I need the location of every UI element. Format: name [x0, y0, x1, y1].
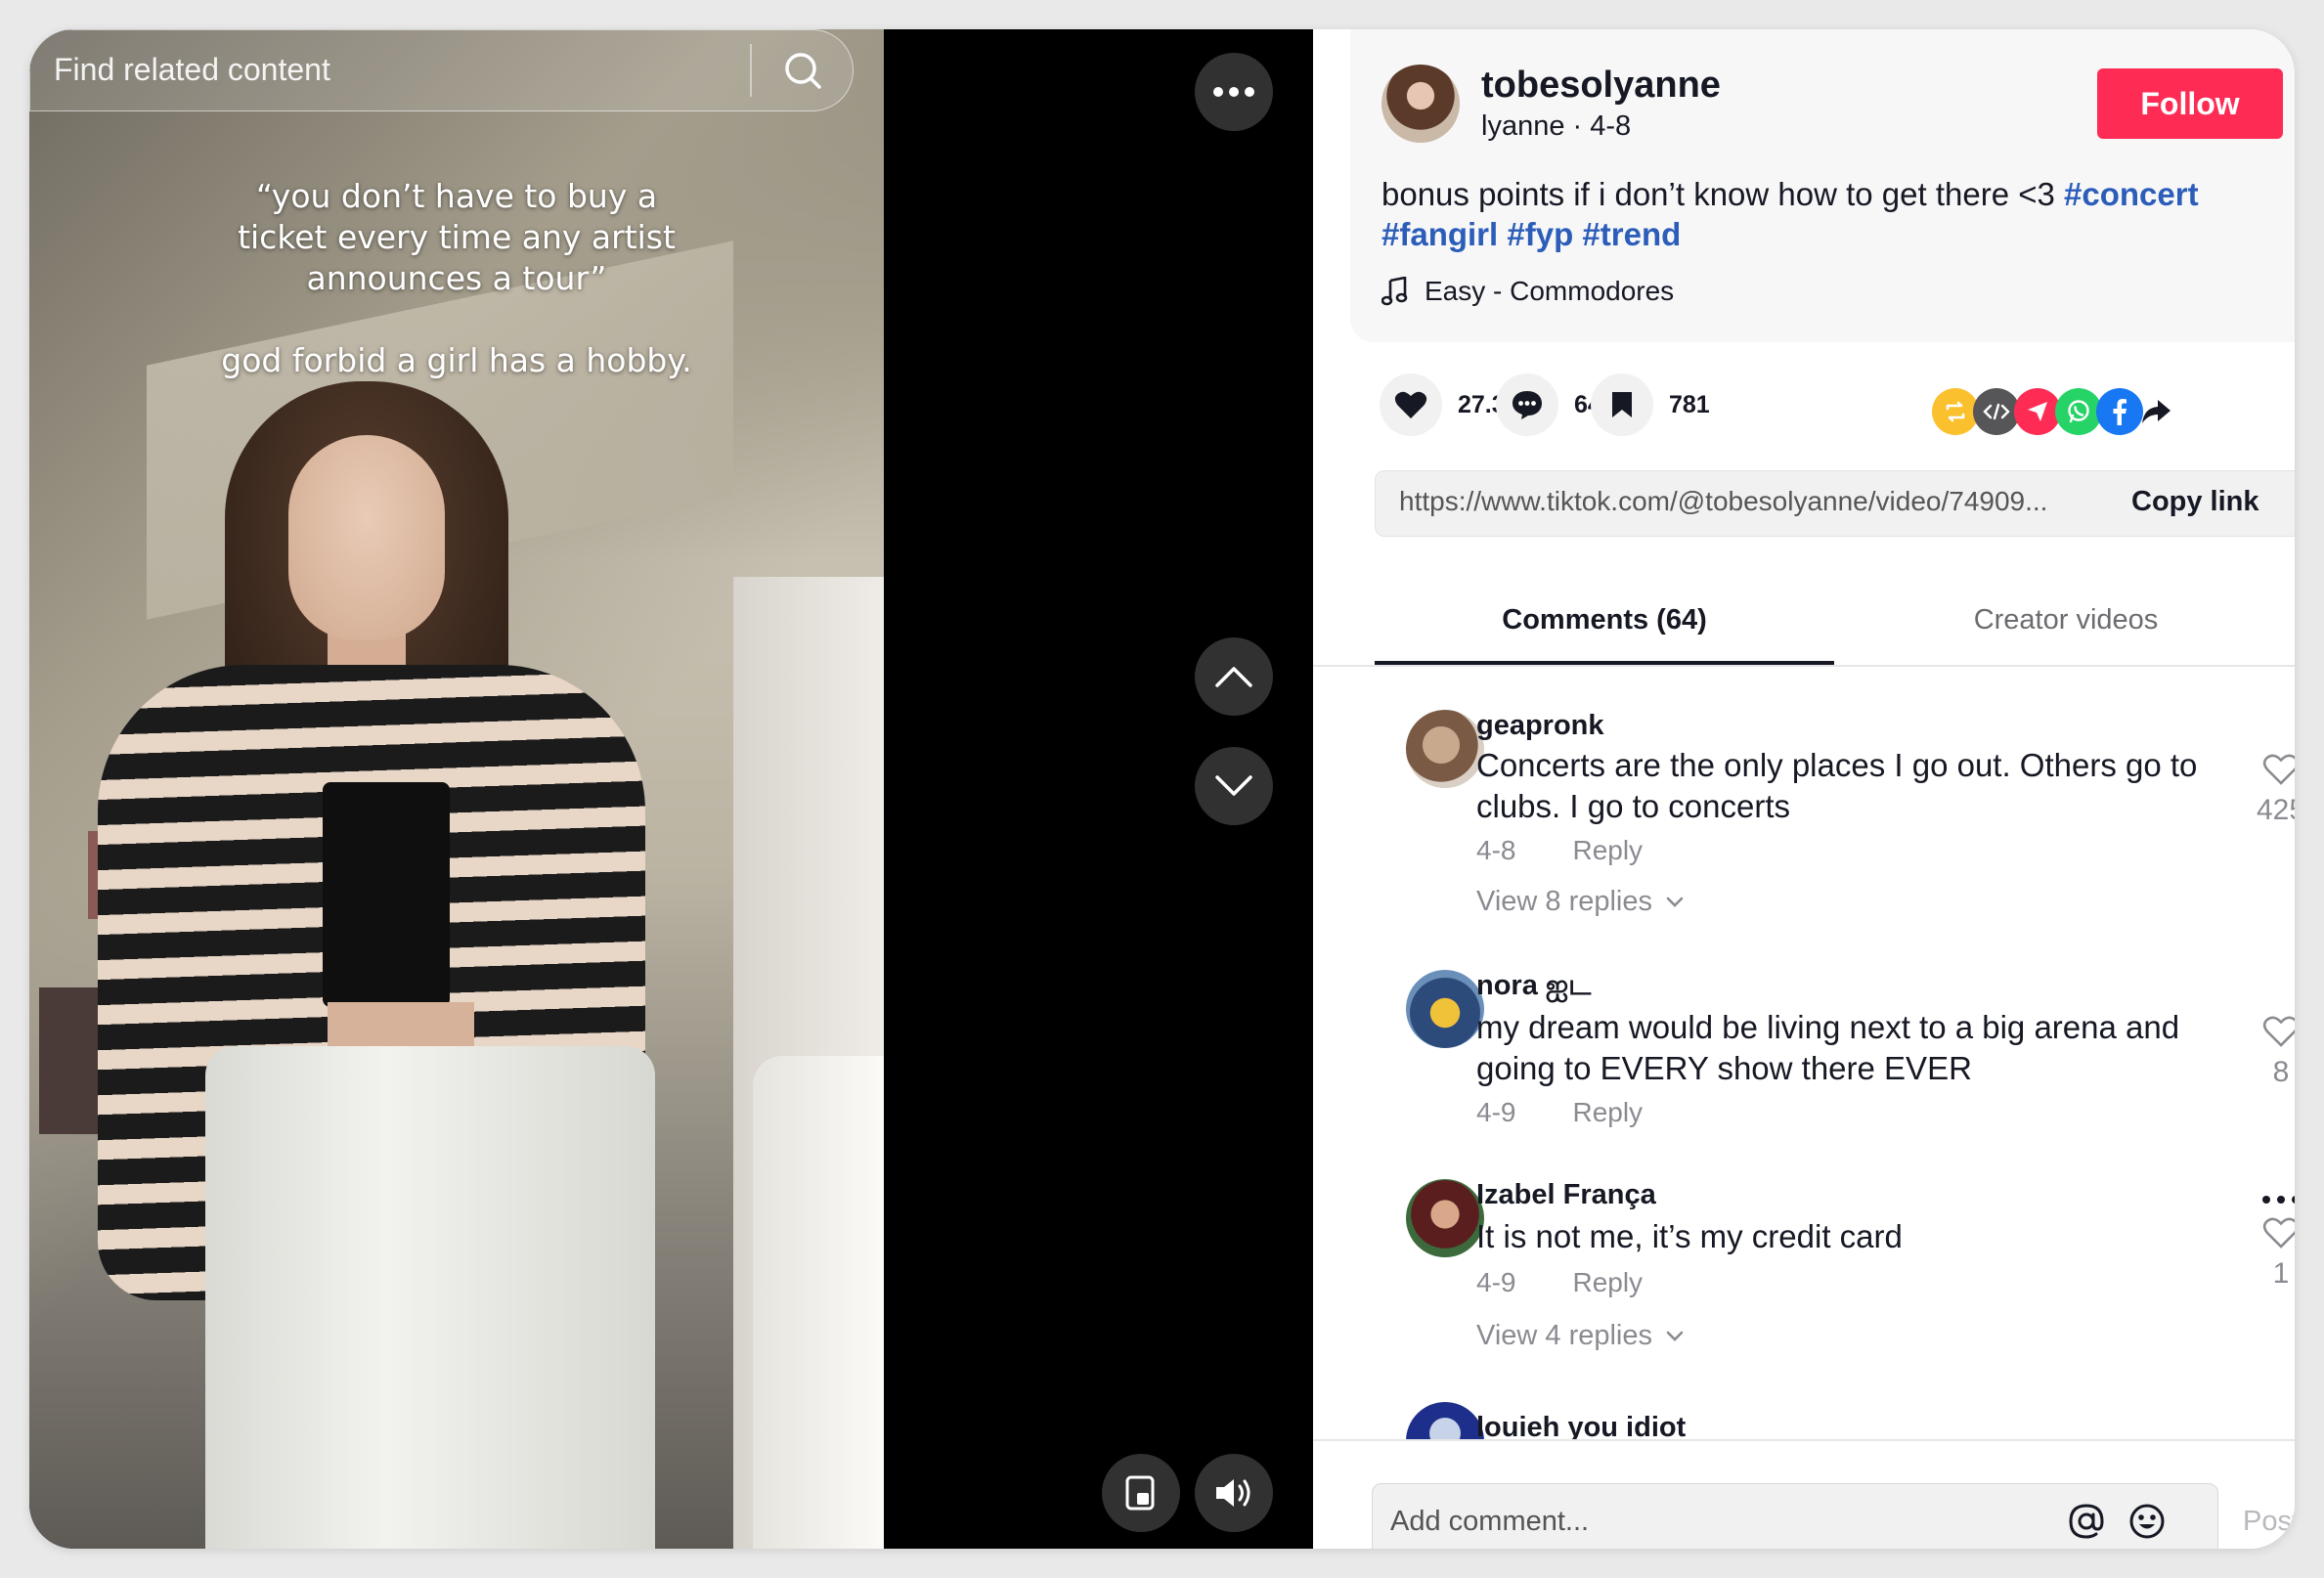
heart-outline-icon[interactable]	[2262, 1015, 2295, 1048]
chevron-down-icon	[1666, 897, 1684, 907]
comment-like-count: 8	[2272, 1056, 2290, 1088]
details-panel: tobesolyanne lyanne · 4-8 Follow bonus p…	[1313, 29, 2295, 1549]
tab-comments[interactable]: Comments (64)	[1375, 577, 1834, 665]
comment-date: 4-8	[1476, 835, 1516, 865]
chevron-down-icon	[1215, 775, 1252, 796]
comment-like-count: 1	[2272, 1257, 2290, 1290]
repost-icon[interactable]	[1932, 388, 1979, 435]
app-window: “you don’t have to buy a ticket every ti…	[29, 29, 2295, 1549]
commenter-name[interactable]: nora ஐட	[1476, 970, 1591, 1005]
video-caption-hobby: god forbid a girl has a hobby.	[221, 341, 692, 379]
search-input[interactable]: Find related content	[54, 52, 330, 88]
more-options-button[interactable]	[1195, 53, 1273, 131]
video-caption-quote: “you don’t have to buy a ticket every ti…	[238, 177, 676, 297]
action-bar: 27.3K 64 781	[1350, 373, 2295, 456]
music-title: Easy - Commodores	[1425, 276, 1675, 306]
author-avatar[interactable]	[1381, 65, 1460, 143]
video-player-area: “you don’t have to buy a ticket every ti…	[29, 29, 1313, 1549]
hashtag-trend[interactable]: #trend	[1582, 216, 1681, 252]
volume-icon	[1216, 1479, 1250, 1507]
video-description: bonus points if i don’t know how to get …	[1381, 174, 2261, 254]
comment-like[interactable]: 425	[2252, 753, 2295, 827]
post-button[interactable]: Post	[2243, 1506, 2295, 1538]
search-icon[interactable]	[773, 44, 832, 99]
music-note-icon	[1381, 277, 1408, 306]
commenter-name[interactable]: louieh you idiot	[1476, 1412, 1686, 1439]
commenter-avatar[interactable]	[1406, 1402, 1484, 1439]
reply-button[interactable]: Reply	[1572, 1267, 1643, 1298]
comment-more-button[interactable]	[2252, 1179, 2295, 1212]
floating-player-button[interactable]	[1102, 1454, 1180, 1532]
share-link-box[interactable]: https://www.tiktok.com/@tobesolyanne/vid…	[1375, 470, 2295, 537]
tab-creator-videos[interactable]: Creator videos	[1836, 577, 2295, 663]
panel-tabs: Comments (64) Creator videos	[1313, 577, 2295, 667]
save-action[interactable]: 781	[1591, 373, 1710, 436]
floating-player-icon	[1125, 1475, 1155, 1511]
previous-video-button[interactable]	[1195, 637, 1273, 716]
description-text: bonus points if i don’t know how to get …	[1381, 176, 2065, 212]
music-link[interactable]: Easy - Commodores	[1381, 276, 1674, 307]
whatsapp-icon[interactable]	[2055, 388, 2102, 435]
hashtag-fangirl[interactable]: #fangirl	[1381, 216, 1498, 252]
hashtag-concert[interactable]: #concert	[2064, 176, 2199, 212]
hashtag-fyp[interactable]: #fyp	[1507, 216, 1573, 252]
emoji-icon[interactable]	[2127, 1502, 2167, 1541]
author-subline: lyanne · 4-8	[1481, 110, 1632, 142]
chevron-up-icon	[1215, 667, 1252, 687]
comment-date: 4-9	[1476, 1267, 1516, 1297]
commenter-name[interactable]: Izabel França	[1476, 1179, 1656, 1211]
next-video-button[interactable]	[1195, 747, 1273, 825]
comment-like[interactable]: 8	[2252, 1015, 2295, 1089]
white-trousers	[205, 1046, 655, 1549]
comments-list: geapronk Concerts are the only places I …	[1313, 667, 2295, 1439]
video-frame[interactable]: “you don’t have to buy a ticket every ti…	[29, 29, 884, 1549]
view-replies-button[interactable]: View 4 replies	[1476, 1320, 1684, 1352]
comment-action[interactable]: 64	[1496, 373, 1601, 436]
save-count: 781	[1669, 390, 1710, 418]
heart-outline-icon[interactable]	[2262, 753, 2295, 786]
comment-text: Concerts are the only places I go out. O…	[1476, 747, 2198, 824]
comment-date: 4-9	[1476, 1097, 1516, 1127]
comment-input[interactable]: Add comment...	[1372, 1483, 2218, 1549]
reply-button[interactable]: Reply	[1572, 835, 1643, 866]
follow-button[interactable]: Follow	[2097, 68, 2283, 139]
more-dots-icon	[1213, 87, 1254, 97]
volume-button[interactable]	[1195, 1454, 1273, 1532]
view-replies-button[interactable]: View 8 replies	[1476, 886, 1684, 918]
video-info-card: tobesolyanne lyanne · 4-8 Follow bonus p…	[1350, 29, 2295, 342]
comment-like-count: 425	[2256, 794, 2295, 826]
bookmark-icon[interactable]	[1591, 373, 1653, 436]
more-dots-icon	[2262, 1196, 2295, 1204]
reply-button[interactable]: Reply	[1572, 1097, 1643, 1128]
commenter-avatar[interactable]	[1406, 970, 1484, 1048]
comment-text: It is not me, it’s my credit card	[1476, 1218, 1903, 1254]
heart-outline-icon[interactable]	[2262, 1216, 2295, 1249]
heart-icon[interactable]	[1380, 373, 1442, 436]
comment-composer: Add comment... Post	[1313, 1439, 2295, 1549]
author-username[interactable]: tobesolyanne	[1481, 65, 1721, 107]
comment-text: my dream would be living next to a big a…	[1476, 1009, 2180, 1086]
mention-icon[interactable]	[2067, 1502, 2106, 1541]
comment-like[interactable]: 1	[2252, 1216, 2295, 1291]
copy-link-button[interactable]: Copy link	[2131, 486, 2259, 518]
comment-bubble-icon[interactable]	[1496, 373, 1558, 436]
send-to-friends-icon[interactable]	[2014, 388, 2061, 435]
embed-icon[interactable]	[1973, 388, 2020, 435]
person-face	[288, 435, 445, 640]
commenter-avatar[interactable]	[1406, 1179, 1484, 1257]
video-url[interactable]: https://www.tiktok.com/@tobesolyanne/vid…	[1399, 486, 2047, 517]
commenter-name[interactable]: geapronk	[1476, 710, 1604, 742]
chevron-down-icon	[1666, 1331, 1684, 1341]
share-arrow-icon[interactable]	[2132, 388, 2179, 435]
commenter-avatar[interactable]	[1406, 710, 1484, 788]
related-content-search[interactable]: Find related content	[29, 29, 854, 111]
